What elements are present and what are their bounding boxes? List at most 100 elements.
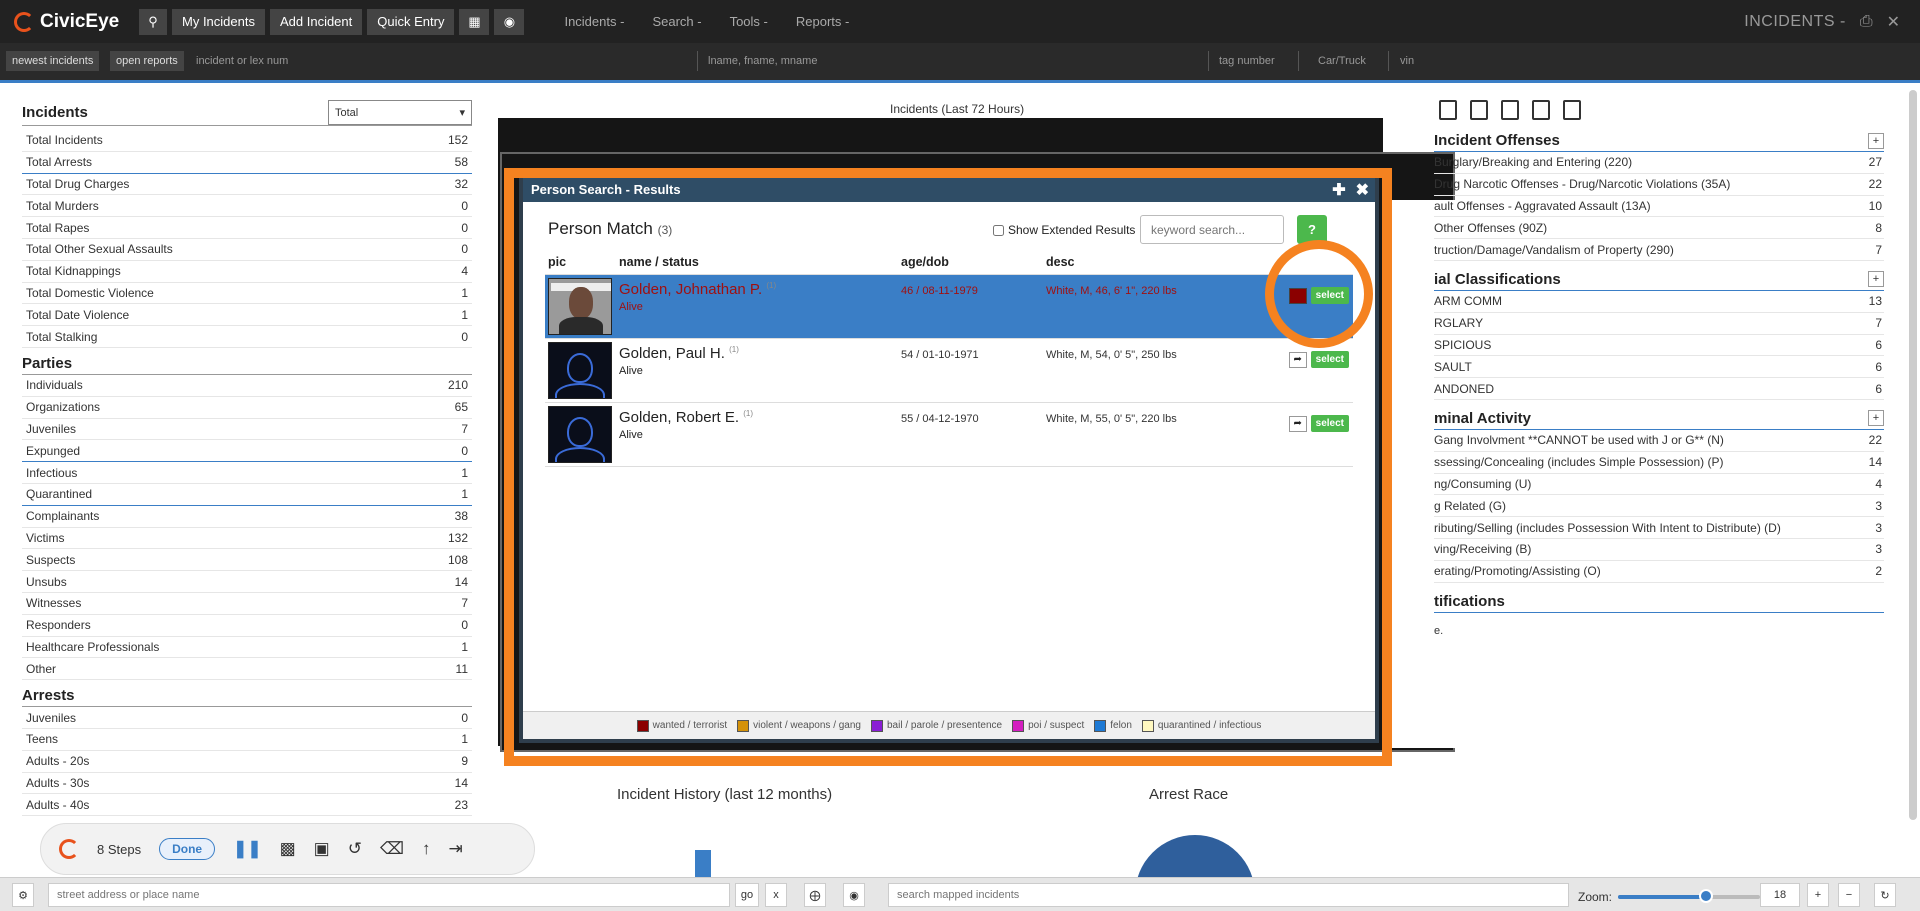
stat-row[interactable]: Drug Narcotic Offenses - Drug/Narcotic V… [1434,174,1884,196]
stat-row[interactable]: erating/Promoting/Assisting (O) 2 [1434,561,1884,583]
stat-row[interactable]: Adults - 40s 23 [22,794,472,817]
calculator-icon[interactable]: ▦ [459,8,490,35]
stat-row[interactable]: Responders 0 [22,615,472,637]
book-icon[interactable] [1563,100,1581,120]
print-icon[interactable]: ⎙ [1860,13,1873,31]
zoom-value[interactable]: 18 [1760,883,1800,907]
address-input[interactable] [48,883,730,907]
stat-row[interactable]: Total Domestic Violence 1 [22,283,472,305]
newest-incidents-button[interactable]: newest incidents [6,51,100,71]
go-button[interactable]: go [735,883,759,907]
close-icon[interactable]: ✕ [1887,12,1900,32]
stat-row[interactable]: ributing/Selling (includes Possession Wi… [1434,517,1884,539]
exit-icon[interactable]: ⇥ [449,839,463,859]
stat-row[interactable]: Complainants 38 [22,506,472,528]
vehicle-type-select[interactable]: Car/Truck [1312,51,1382,71]
image-icon[interactable]: ▣ [314,839,330,859]
stat-row[interactable]: Total Arrests 58 [22,152,472,174]
add-icon[interactable]: + [1868,132,1884,149]
stat-row[interactable]: Total Date Violence 1 [22,304,472,327]
calculator-icon[interactable] [1439,100,1457,120]
stat-row[interactable]: Juveniles 7 [22,419,472,441]
page-scrollbar[interactable] [1909,90,1917,820]
stat-row[interactable]: Other Offenses (90Z) 8 [1434,217,1884,240]
add-icon[interactable]: + [1868,410,1884,427]
document-icon[interactable] [1532,100,1550,120]
name-search-input[interactable]: lname, fname, mname [702,51,1202,71]
stat-row[interactable]: truction/Damage/Vandalism of Property (2… [1434,239,1884,261]
share-icon[interactable]: ↑ [422,839,431,859]
my-incidents-button[interactable]: My Incidents [172,8,265,35]
quick-entry-button[interactable]: Quick Entry [367,8,455,35]
stat-row[interactable]: Unsubs 14 [22,571,472,593]
page-title[interactable]: INCIDENTS - [1744,13,1846,31]
stat-row[interactable]: Quarantined 1 [22,484,472,506]
stat-row[interactable]: Suspects 108 [22,549,472,572]
gear-icon[interactable]: ⚙ [12,883,34,907]
calendar-icon[interactable] [1470,100,1488,120]
incident-period-select[interactable]: Total ▾ [328,100,472,125]
map-marker-icon[interactable]: ◉ [843,883,865,907]
stat-row[interactable]: ault Offenses - Aggravated Assault (13A)… [1434,196,1884,218]
stat-row[interactable]: SAULT 6 [1434,356,1884,379]
tools-menu[interactable]: Tools - [730,14,768,29]
stat-row[interactable]: ving/Receiving (B) 3 [1434,539,1884,561]
stat-row[interactable]: Juveniles 0 [22,707,472,729]
stat-row[interactable]: Victims 132 [22,528,472,550]
clear-button[interactable]: x [765,883,787,907]
stat-row[interactable]: Total Other Sexual Assaults 0 [22,239,472,261]
reports-menu[interactable]: Reports - [796,14,849,29]
zoom-in-icon[interactable]: + [1807,883,1829,907]
stat-row[interactable]: Witnesses 7 [22,593,472,615]
stat-row[interactable]: ANDONED 6 [1434,378,1884,400]
incidents-menu[interactable]: Incidents - [564,14,624,29]
open-reports-button[interactable]: open reports [110,51,184,71]
vin-input[interactable]: vin [1394,51,1794,71]
stat-row[interactable]: Individuals 210 [22,375,472,397]
zoom-slider-handle[interactable] [1699,889,1714,903]
stat-row[interactable]: Total Drug Charges 32 [22,174,472,196]
incident-search-input[interactable]: incident or lex num [190,51,690,71]
stat-row[interactable]: Organizations 65 [22,397,472,419]
stat-row[interactable]: Total Incidents 152 [22,130,472,152]
map-icon[interactable] [1501,100,1519,120]
stat-row[interactable]: RGLARY 7 [1434,313,1884,335]
stat-row[interactable]: Healthcare Professionals 1 [22,637,472,659]
stat-row[interactable]: Other 11 [22,658,472,681]
stat-row[interactable]: Adults - 30s 14 [22,773,472,795]
stat-row[interactable]: Total Kidnappings 4 [22,261,472,283]
pause-icon[interactable]: ❚❚ [233,839,262,859]
zoom-out-icon[interactable]: − [1838,883,1860,907]
done-button[interactable]: Done [159,838,216,860]
stat-row[interactable]: Total Stalking 0 [22,326,472,348]
zoom-slider[interactable] [1618,889,1760,903]
stat-row[interactable]: ng/Consuming (U) 4 [1434,474,1884,496]
blur-icon[interactable]: ▩ [280,839,296,859]
stat-row[interactable]: Infectious 1 [22,462,472,484]
undo-icon[interactable]: ↺ [348,839,362,859]
add-incident-button[interactable]: Add Incident [269,8,363,35]
stat-row[interactable]: SPICIOUS 6 [1434,335,1884,357]
stat-row[interactable]: Total Rapes 0 [22,217,472,239]
refresh-icon[interactable]: ↻ [1874,883,1896,907]
stat-row[interactable]: Gang Involvment **CANNOT be used with J … [1434,430,1884,452]
stat-row[interactable]: ssessing/Concealing (includes Simple Pos… [1434,452,1884,474]
stat-row[interactable]: Adults - 20s 9 [22,751,472,773]
map-marker-icon[interactable]: ◉ [494,8,525,35]
tag-number-input[interactable]: tag number [1213,51,1293,71]
stat-row[interactable]: Total Murders 0 [22,195,472,218]
stat-row[interactable]: Expunged 0 [22,440,472,463]
app-logo[interactable]: CivicEye [14,11,134,33]
crosshair-icon[interactable]: ⨁ [804,883,826,907]
search-icon[interactable]: ⚲ [139,8,167,35]
add-icon[interactable]: + [1868,271,1884,288]
trash-icon[interactable]: ⌫ [380,839,404,859]
stat-row[interactable]: Burglary/Breaking and Entering (220) 27 [1434,152,1884,174]
stat-label: Total Domestic Violence [26,285,154,300]
stat-row[interactable]: ARM COMM 13 [1434,291,1884,313]
stat-row[interactable]: Teens 1 [22,729,472,751]
mapped-incidents-input[interactable] [888,883,1569,907]
stat-row[interactable]: g Related (G) 3 [1434,495,1884,518]
stat-value: 1 [461,639,468,654]
search-menu[interactable]: Search - [652,14,701,29]
